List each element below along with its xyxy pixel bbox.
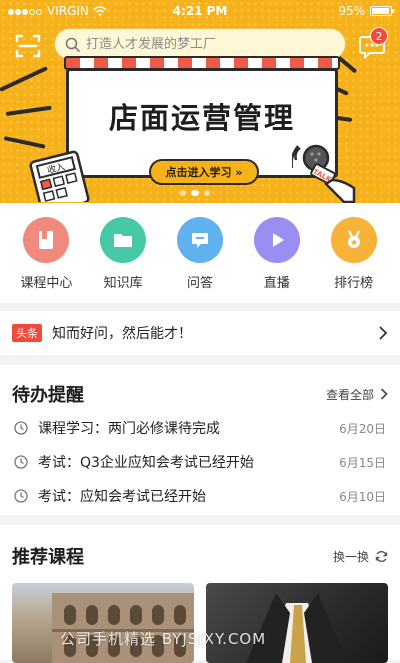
category-ranking[interactable]: 排行榜 <box>319 217 389 303</box>
todo-header: 待办提醒 查看全部 <box>0 365 400 411</box>
todo-date: 6月20日 <box>339 421 386 436</box>
course-book-icon <box>23 217 70 263</box>
todo-item[interactable]: 课程学习：两门必修课待完成 6月20日 <box>0 411 400 445</box>
category-label: 排行榜 <box>334 276 374 291</box>
clock-icon <box>14 489 28 503</box>
refresh-button[interactable]: 换一换 <box>333 548 388 565</box>
banner-title: 店面运营管理 <box>108 101 295 135</box>
play-icon <box>253 217 300 263</box>
calculator-illustration: 收入 <box>29 150 90 202</box>
enter-study-button[interactable]: 点击进入学习 » <box>149 159 259 185</box>
course-thumbnail <box>52 593 194 663</box>
todo-section: 待办提醒 查看全部 课程学习：两门必修课待完成 6月20日 考试：Q3企业应知会… <box>0 365 400 515</box>
recommend-header: 推荐课程 换一换 <box>0 525 400 575</box>
microphone-illustration: TALK <box>292 144 356 203</box>
recommend-cards <box>0 575 400 663</box>
chevron-right-icon <box>379 326 388 340</box>
category-label: 知识库 <box>103 276 143 291</box>
todo-text: 课程学习：两门必修课待完成 <box>38 421 220 437</box>
search-icon <box>65 37 80 52</box>
status-bar: VIRGIN 4:21 PM 95% <box>0 0 400 22</box>
todo-item[interactable]: 考试：Q3企业应知会考试已经开始 6月15日 <box>0 445 400 479</box>
category-course-center[interactable]: 课程中心 <box>11 217 81 303</box>
clock-icon <box>14 455 28 469</box>
todo-date: 6月15日 <box>339 455 386 470</box>
refresh-label: 换一换 <box>332 549 369 564</box>
category-label: 问答 <box>186 276 213 291</box>
category-label: 课程中心 <box>20 276 73 291</box>
category-label: 直播 <box>263 276 290 291</box>
refresh-icon <box>375 550 388 562</box>
todo-title: 待办提醒 <box>12 385 84 406</box>
banner[interactable]: VIRGIN 4:21 PM 95% 2 <box>0 0 400 203</box>
todo-text: 考试：应知会考试已经开始 <box>38 489 206 505</box>
message-badge: 2 <box>370 27 388 45</box>
battery-fill <box>372 8 390 14</box>
view-all-label: 查看全部 <box>325 387 374 402</box>
category-knowledge-base[interactable]: 知识库 <box>88 217 158 303</box>
category-row: 课程中心 知识库 问答 直播 排行榜 <box>0 203 400 303</box>
folder-icon <box>100 217 147 263</box>
category-live[interactable]: 直播 <box>242 217 312 303</box>
headline-bar[interactable]: 头条 知而好问，然后能才！ <box>0 311 400 355</box>
todo-date: 6月10日 <box>339 489 386 504</box>
chevron-right-icon <box>380 388 388 400</box>
clock-icon <box>14 421 28 435</box>
course-card[interactable] <box>206 583 388 663</box>
course-thumbnail <box>246 593 348 663</box>
todo-item[interactable]: 考试：应知会考试已经开始 6月10日 <box>0 479 400 513</box>
banner-pagination <box>180 190 210 196</box>
recommend-title: 推荐课程 <box>12 547 84 568</box>
medal-icon <box>330 217 377 263</box>
todo-text: 考试：Q3企业应知会考试已经开始 <box>38 455 254 471</box>
status-time: 4:21 PM <box>172 4 228 18</box>
headline-tag: 头条 <box>12 324 42 342</box>
watermark-text: 公司手机精选 BYJSJXY.COM <box>60 630 267 648</box>
scan-icon[interactable] <box>14 32 42 60</box>
view-all-link[interactable]: 查看全部 <box>326 386 388 403</box>
course-card[interactable] <box>12 583 194 663</box>
category-qa[interactable]: 问答 <box>165 217 235 303</box>
chat-bubble-icon <box>176 217 223 263</box>
search-input[interactable] <box>86 36 326 52</box>
battery-icon <box>370 6 394 16</box>
headline-text: 知而好问，然后能才！ <box>52 326 192 342</box>
